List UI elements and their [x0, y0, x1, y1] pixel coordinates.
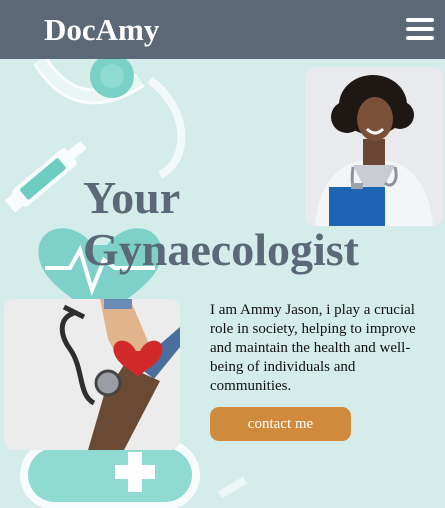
- top-navbar: DocAmy: [0, 0, 445, 59]
- hands-heart-stethoscope-image: [4, 299, 180, 450]
- menu-line: [406, 36, 434, 40]
- menu-line: [406, 18, 434, 22]
- doctor-bio: I am Ammy Jason, i play a crucial role i…: [210, 302, 416, 394]
- hamburger-menu-icon[interactable]: [406, 17, 434, 41]
- menu-line: [406, 27, 434, 31]
- headline-line-1: Your: [83, 172, 181, 223]
- brand-logo[interactable]: DocAmy: [44, 10, 159, 50]
- contact-me-button[interactable]: contact me: [210, 407, 351, 441]
- pill-icon: [20, 440, 200, 508]
- hero-headline: Your Gynaecologist: [83, 172, 359, 276]
- headline-line-2: Gynaecologist: [83, 224, 359, 275]
